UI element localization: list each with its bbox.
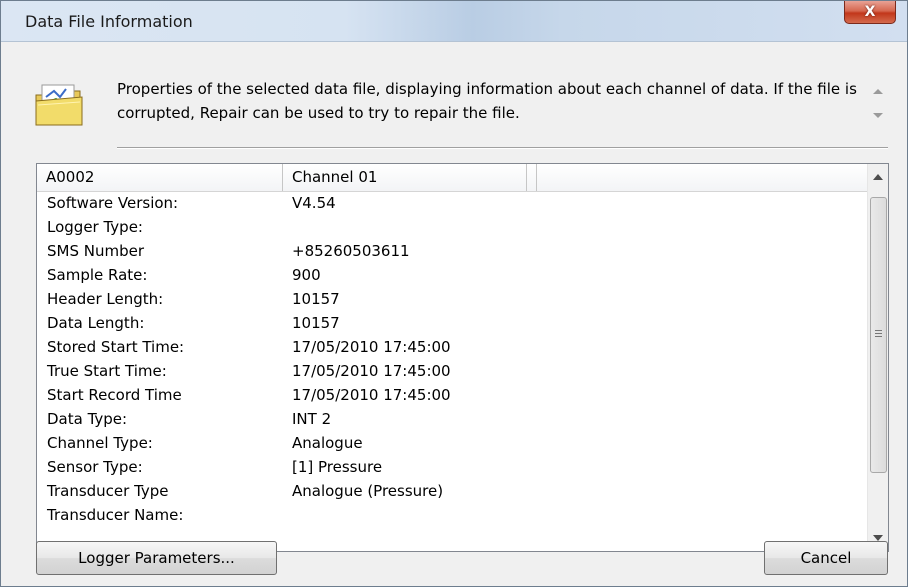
property-name: Sensor Type:	[47, 458, 143, 476]
scrollbar-thumb[interactable]	[870, 197, 887, 473]
list-item[interactable]: Start Record Time 17/05/2010 17:45:00	[37, 383, 868, 407]
scroll-up-button[interactable]	[868, 164, 888, 190]
property-value: 10157	[292, 314, 340, 332]
property-value: +85260503611	[292, 242, 410, 260]
list-header: A0002 Channel 01	[37, 164, 868, 192]
property-name: Header Length:	[47, 290, 164, 308]
property-value: [1] Pressure	[292, 458, 383, 476]
property-name: Start Record Time	[47, 386, 182, 404]
separator	[117, 147, 888, 149]
list-item[interactable]: Channel Type: Analogue	[37, 431, 868, 455]
property-value: 17/05/2010 17:45:00	[292, 362, 451, 380]
title-bar[interactable]: Data File Information X	[1, 1, 907, 42]
list-item[interactable]: Header Length: 10157	[37, 287, 868, 311]
property-name: Data Length:	[47, 314, 145, 332]
chevron-up-icon	[873, 174, 883, 180]
list-item[interactable]: Transducer Name:	[37, 503, 868, 527]
channel-info-list[interactable]: A0002 Channel 01 Software Version: V4.54 …	[36, 163, 889, 552]
property-value: 10157	[292, 290, 340, 308]
list-item[interactable]: Software Version: V4.54	[37, 191, 868, 215]
logger-parameters-button[interactable]: Logger Parameters...	[36, 541, 277, 575]
folder-properties-icon	[35, 84, 83, 126]
property-name: Sample Rate:	[47, 266, 148, 284]
dialog-window: Data File Information X Properties of th…	[0, 0, 908, 587]
property-name: Logger Type:	[47, 218, 143, 236]
dialog-description: Properties of the selected data file, di…	[117, 80, 857, 122]
property-name: Channel Type:	[47, 434, 153, 452]
property-value: Analogue (Pressure)	[292, 482, 444, 500]
property-value: 900	[292, 266, 321, 284]
close-button[interactable]: X	[844, 1, 896, 24]
list-item[interactable]: Stored Start Time: 17/05/2010 17:45:00	[37, 335, 868, 359]
list-item[interactable]: Data Length: 10157	[37, 311, 868, 335]
property-name: True Start Time:	[47, 362, 167, 380]
window-title: Data File Information	[25, 12, 193, 31]
property-value: Analogue	[292, 434, 363, 452]
list-item[interactable]: Sensor Type: [1] Pressure	[37, 455, 868, 479]
scroll-down-icon[interactable]	[873, 113, 883, 118]
column-header-file[interactable]: A0002	[37, 164, 283, 191]
list-item[interactable]: SMS Number +85260503611	[37, 239, 868, 263]
property-name: Software Version:	[47, 194, 179, 212]
property-value: 17/05/2010 17:45:00	[292, 386, 451, 404]
property-value: 17/05/2010 17:45:00	[292, 338, 451, 356]
property-name: Data Type:	[47, 410, 128, 428]
list-item[interactable]: True Start Time: 17/05/2010 17:45:00	[37, 359, 868, 383]
property-name: Stored Start Time:	[47, 338, 185, 356]
property-value: V4.54	[292, 194, 336, 212]
scroll-up-icon[interactable]	[873, 89, 883, 94]
property-name: Transducer Name:	[47, 506, 184, 524]
cancel-button[interactable]: Cancel	[764, 541, 888, 575]
list-scrollbar[interactable]	[867, 164, 888, 551]
list-item[interactable]: Logger Type:	[37, 215, 868, 239]
property-value: INT 2	[292, 410, 332, 428]
property-name: SMS Number	[47, 242, 145, 260]
column-header-channel[interactable]: Channel 01	[283, 164, 527, 191]
grip-icon	[875, 330, 882, 339]
list-item[interactable]: Transducer Type Analogue (Pressure)	[37, 479, 868, 503]
property-name: Transducer Type	[47, 482, 169, 500]
list-item[interactable]: Data Type: INT 2	[37, 407, 868, 431]
list-item[interactable]: Sample Rate: 900	[37, 263, 868, 287]
close-icon: X	[864, 4, 876, 20]
description-scrollbar[interactable]	[867, 77, 887, 127]
column-header-empty[interactable]	[527, 164, 537, 191]
